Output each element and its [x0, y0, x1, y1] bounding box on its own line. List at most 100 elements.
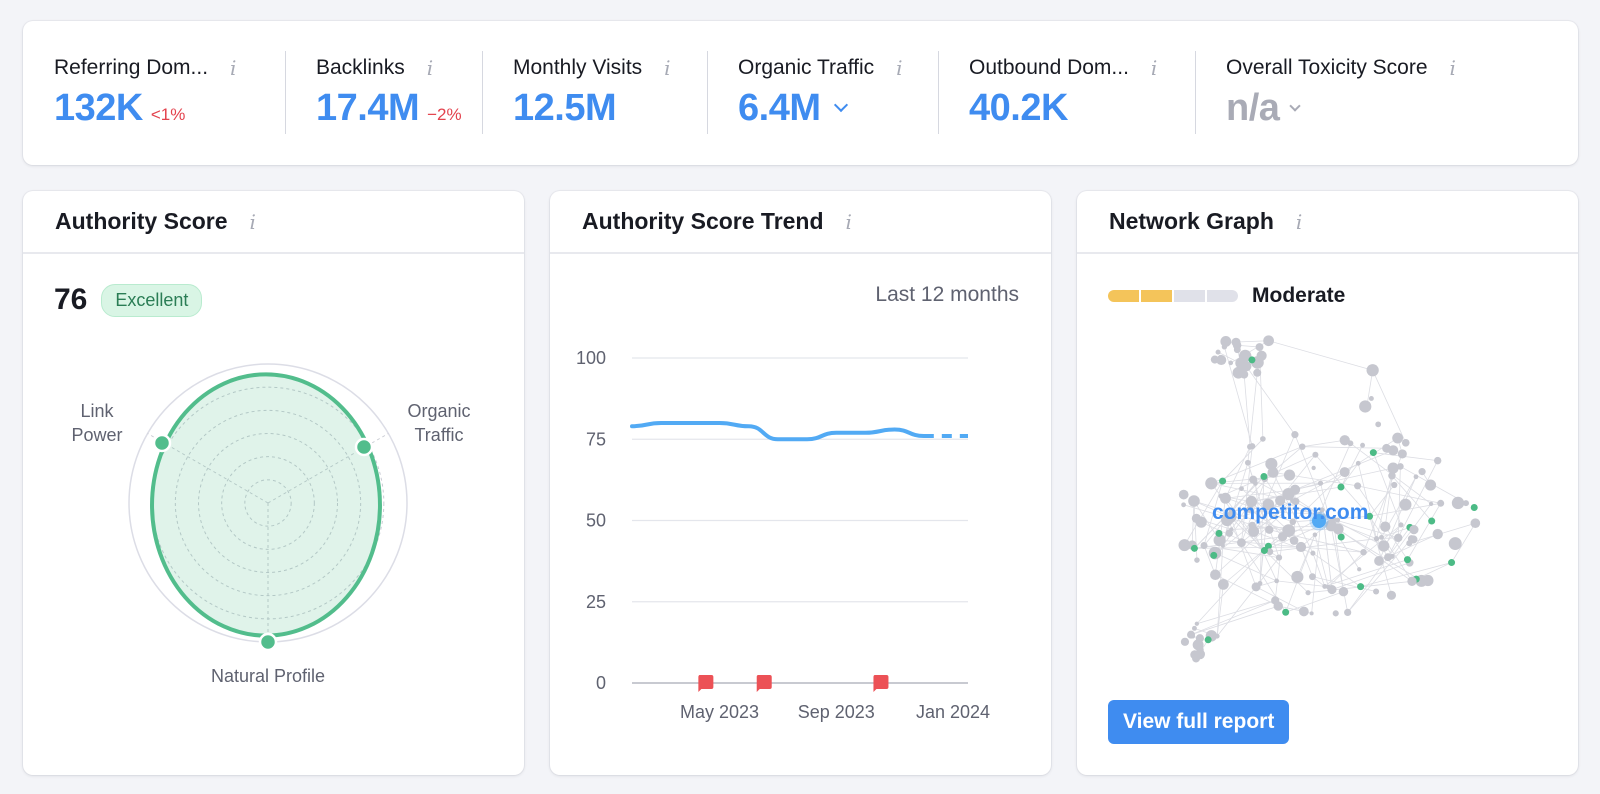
network-node: [1418, 468, 1426, 476]
network-edge: [1190, 599, 1276, 636]
network-node: [1228, 360, 1234, 366]
metric-label-text: Outbound Dom...: [969, 56, 1129, 79]
network-node: [1384, 553, 1392, 562]
network-node: [1470, 518, 1481, 529]
info-icon[interactable]: i: [1296, 210, 1302, 234]
metric-value[interactable]: n/a: [1226, 87, 1280, 130]
network-node: [1237, 538, 1246, 548]
event-flag-icon: [873, 675, 889, 692]
radar-point-natural-profile: [258, 632, 278, 652]
metric-value-row: 12.5M: [513, 87, 707, 130]
network-edge: [1302, 446, 1387, 449]
metric-value-row: 6.4M: [738, 87, 938, 130]
y-tick-label: 25: [586, 592, 606, 612]
x-tick-label: Jan 2024: [916, 702, 990, 722]
info-icon[interactable]: i: [846, 210, 852, 234]
strength-segment: [1141, 290, 1172, 302]
network-node: [1413, 474, 1419, 480]
network-node: [1180, 637, 1190, 646]
axis-label-link-power: Link: [80, 401, 114, 421]
metric-label-text: Overall Toxicity Score: [1226, 56, 1428, 79]
info-icon[interactable]: i: [250, 210, 256, 234]
metric-monthly-visits[interactable]: Monthly Visits i 12.5M: [482, 51, 707, 134]
network-node: [1317, 480, 1324, 486]
metric-label: Referring Dom... i: [54, 53, 285, 83]
metric-backlinks[interactable]: Backlinks i 17.4M −2%: [285, 51, 482, 134]
network-node: [1373, 588, 1380, 595]
network-node: [1374, 556, 1384, 566]
network-node-linked: [1448, 559, 1456, 567]
panel-header: Authority Score i: [23, 191, 524, 254]
network-center-label[interactable]: competitor.com: [1212, 501, 1368, 525]
strength-bar: [1108, 290, 1238, 302]
network-node: [1386, 590, 1397, 600]
event-flag-icon: [698, 675, 714, 692]
network-node: [1388, 445, 1399, 456]
network-node: [1260, 436, 1266, 442]
network-node: [1339, 467, 1350, 478]
period-selector[interactable]: Last 12 months: [875, 283, 1019, 307]
network-node: [1220, 543, 1225, 548]
network-node: [1215, 349, 1221, 355]
metric-label-text: Backlinks: [316, 56, 405, 79]
network-edge: [1268, 340, 1373, 371]
network-node: [1200, 542, 1208, 550]
info-icon[interactable]: i: [1450, 56, 1456, 80]
network-node-linked: [1369, 449, 1377, 457]
network-node: [1299, 606, 1309, 617]
metric-label: Backlinks i: [316, 53, 482, 83]
radar-point-link-power: [152, 433, 172, 453]
network-node: [1247, 443, 1254, 450]
network-node-linked: [1470, 503, 1478, 511]
info-icon[interactable]: i: [427, 56, 433, 80]
network-edge: [1330, 525, 1422, 582]
metric-value[interactable]: 6.4M: [738, 87, 821, 130]
network-node: [1181, 502, 1186, 508]
network-node: [1233, 346, 1241, 354]
network-node: [1291, 431, 1299, 439]
metric-referring-dom[interactable]: Referring Dom... i 132K <1%: [23, 51, 285, 134]
info-icon[interactable]: i: [230, 56, 236, 80]
trend-line-chart: 0 25 50 75 100 May 2023 Sep 2023 Jan 2024: [576, 348, 990, 722]
score-row: 76 Excellent: [54, 283, 203, 317]
network-node-linked: [1204, 636, 1212, 644]
metric-outbound-dom[interactable]: Outbound Dom... i 40.2K: [938, 51, 1195, 134]
metric-value[interactable]: 132K: [54, 87, 143, 130]
network-node: [1217, 578, 1229, 590]
network-node: [1462, 500, 1469, 507]
metric-value[interactable]: 17.4M: [316, 87, 420, 130]
x-tick-label: Sep 2023: [798, 702, 875, 722]
metric-overall-toxicity-score[interactable]: Overall Toxicity Score i n/a: [1195, 51, 1555, 134]
metric-value[interactable]: 40.2K: [969, 87, 1068, 130]
info-icon[interactable]: i: [664, 56, 670, 80]
view-full-report-button[interactable]: View full report: [1108, 700, 1290, 744]
network-node: [1378, 540, 1390, 552]
panel-header: Network Graph i: [1077, 191, 1578, 254]
network-edge: [1372, 370, 1407, 443]
network-node: [1428, 501, 1434, 507]
network-node: [1188, 495, 1200, 507]
metric-label: Organic Traffic i: [738, 53, 938, 83]
flag-shape: [756, 675, 772, 692]
network-node: [1424, 479, 1437, 491]
event-flag-icon: [756, 675, 772, 692]
info-icon[interactable]: i: [1151, 56, 1157, 80]
network-node: [1398, 522, 1404, 528]
panel-title: Authority Score Trend: [582, 208, 824, 234]
chevron-down-icon[interactable]: [834, 97, 849, 113]
network-node: [1239, 486, 1244, 492]
metric-organic-traffic[interactable]: Organic Traffic i 6.4M: [707, 51, 938, 134]
network-node: [1432, 528, 1443, 540]
network-edge: [1369, 484, 1395, 517]
info-icon[interactable]: i: [896, 56, 902, 80]
radar-point-organic-traffic: [354, 437, 374, 457]
network-node: [1194, 557, 1200, 563]
network-node: [1373, 536, 1380, 542]
metric-value[interactable]: 12.5M: [513, 87, 617, 130]
network-node: [1178, 489, 1189, 500]
network-node: [1275, 554, 1283, 561]
network-node: [1291, 570, 1304, 584]
chevron-down-icon[interactable]: [1289, 100, 1302, 112]
network-node: [1311, 465, 1316, 471]
network-node: [1225, 529, 1233, 537]
